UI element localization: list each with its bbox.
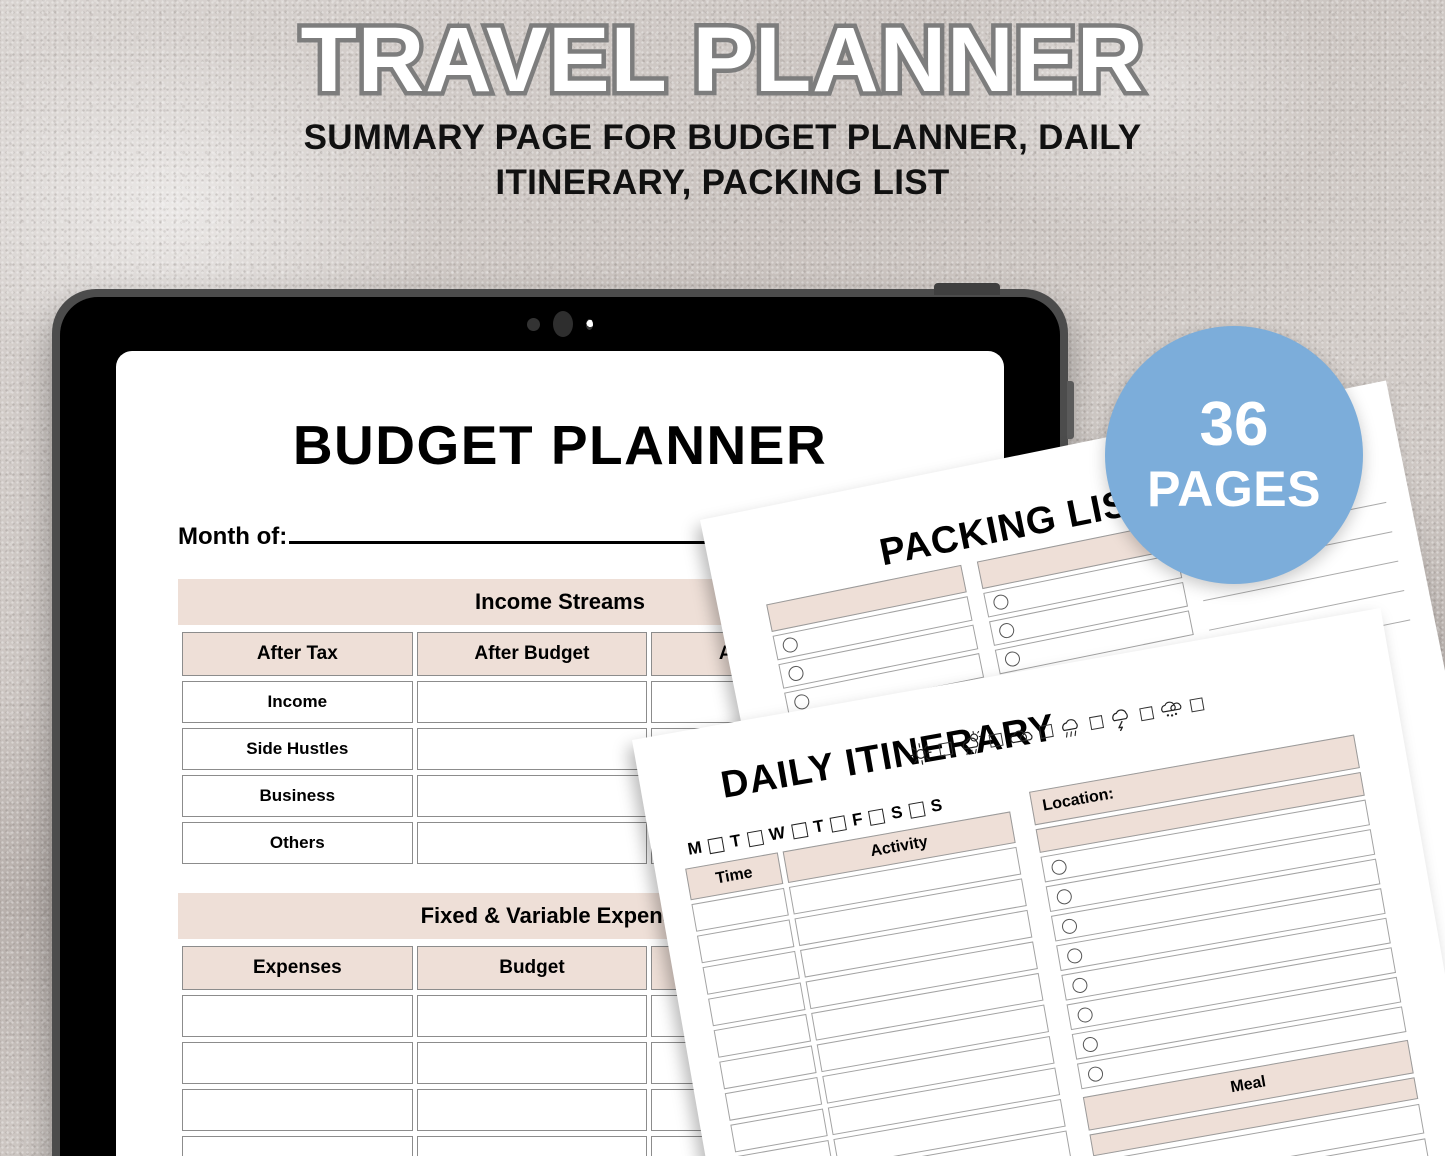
day-checkbox-saturday[interactable] [907, 800, 926, 819]
weather-checkbox[interactable] [1088, 714, 1104, 730]
checkbox-circle-icon[interactable] [1065, 946, 1084, 965]
checkbox-circle-icon[interactable] [1050, 858, 1068, 876]
tablet-volume-up-button[interactable] [1067, 381, 1074, 439]
checkbox-circle-icon[interactable] [1081, 1035, 1099, 1053]
weather-checkbox[interactable] [988, 732, 1004, 748]
expense-cell[interactable] [182, 1089, 413, 1131]
income-col-after-tax: After Tax [182, 632, 413, 676]
tablet-power-button[interactable] [934, 283, 1000, 295]
income-row-label: Others [182, 822, 413, 864]
expense-cell[interactable] [182, 995, 413, 1037]
budget-page-title: BUDGET PLANNER [292, 414, 828, 476]
rain-cloud-icon [1062, 719, 1078, 738]
itinerary-schedule-table: Time Activity [685, 811, 1077, 1156]
checkbox-circle-icon[interactable] [991, 593, 1010, 612]
checkbox-circle-icon[interactable] [1086, 1064, 1105, 1083]
income-row-label: Side Hustles [182, 728, 413, 770]
day-checkbox-monday[interactable] [707, 836, 725, 854]
itinerary-title: DAILY ITINERARY [717, 706, 1059, 807]
checkbox-circle-icon[interactable] [787, 664, 805, 683]
sensor-icon [527, 317, 540, 331]
page-title: TRAVEL PLANNER [296, 9, 1148, 112]
expense-cell[interactable] [416, 995, 648, 1037]
checkbox-circle-icon[interactable] [1003, 650, 1022, 668]
tablet-camera-array [527, 311, 593, 337]
expense-cell[interactable] [182, 1136, 413, 1156]
day-label-wednesday: W [767, 822, 787, 845]
weather-checkbox[interactable] [938, 741, 954, 757]
day-checkbox-thursday[interactable] [829, 814, 847, 833]
day-checkbox-tuesday[interactable] [746, 829, 764, 847]
snow-cloud-icon [1161, 701, 1182, 717]
day-label-saturday: S [889, 802, 904, 823]
day-checkbox-friday[interactable] [868, 807, 886, 826]
expenses-col-budget: Budget [416, 946, 648, 990]
income-row-label: Business [182, 775, 413, 817]
badge-number: 36 [1199, 389, 1269, 459]
cloud-icon [1010, 730, 1033, 744]
weather-checkbox[interactable] [1038, 723, 1054, 739]
poster-canvas: TRAVEL PLANNER SUMMARY PAGE FOR BUDGET P… [0, 0, 1445, 1156]
sun-icon [909, 743, 932, 765]
income-row-budget-cell[interactable] [416, 681, 648, 723]
checkbox-circle-icon[interactable] [781, 636, 800, 654]
income-row-budget-cell[interactable] [416, 822, 648, 864]
income-col-after-budget: After Budget [416, 632, 648, 676]
expense-cell[interactable] [416, 1136, 648, 1156]
camera-icon [553, 311, 573, 337]
weather-checkbox[interactable] [1189, 696, 1205, 712]
checkbox-circle-icon[interactable] [1055, 887, 1073, 906]
thunder-icon [1112, 709, 1128, 732]
expense-cell[interactable] [182, 1042, 413, 1084]
checkbox-circle-icon[interactable] [1060, 917, 1079, 935]
month-of-label: Month of: [178, 523, 288, 550]
day-label-sunday: S [929, 795, 944, 816]
pages-count-badge: 36 PAGES [1105, 326, 1363, 584]
day-checkbox-wednesday[interactable] [790, 821, 809, 840]
led-indicator-icon [586, 318, 593, 330]
expenses-col-expenses: Expenses [182, 946, 413, 990]
badge-label: PAGES [1147, 460, 1321, 517]
day-label-thursday: T [811, 816, 826, 837]
checkbox-circle-icon[interactable] [997, 621, 1016, 640]
sun-rain-icon [962, 730, 982, 756]
day-label-friday: F [850, 809, 865, 830]
weather-checkbox[interactable] [1139, 705, 1155, 721]
itinerary-location-panel: Location: Meal B: L: [1029, 734, 1431, 1156]
expense-cell[interactable] [416, 1042, 648, 1084]
expense-cell[interactable] [416, 1089, 648, 1131]
checkbox-circle-icon[interactable] [1076, 1005, 1094, 1024]
income-row-label: Income [182, 681, 413, 723]
poster-header: TRAVEL PLANNER SUMMARY PAGE FOR BUDGET P… [0, 9, 1445, 205]
checkbox-circle-icon[interactable] [1071, 976, 1089, 994]
income-row-budget-cell[interactable] [416, 775, 648, 817]
day-label-monday: M [686, 837, 704, 859]
page-subtitle: SUMMARY PAGE FOR BUDGET PLANNER, DAILY I… [303, 117, 1142, 202]
day-label-tuesday: T [728, 830, 743, 852]
income-row-budget-cell[interactable] [416, 728, 648, 770]
